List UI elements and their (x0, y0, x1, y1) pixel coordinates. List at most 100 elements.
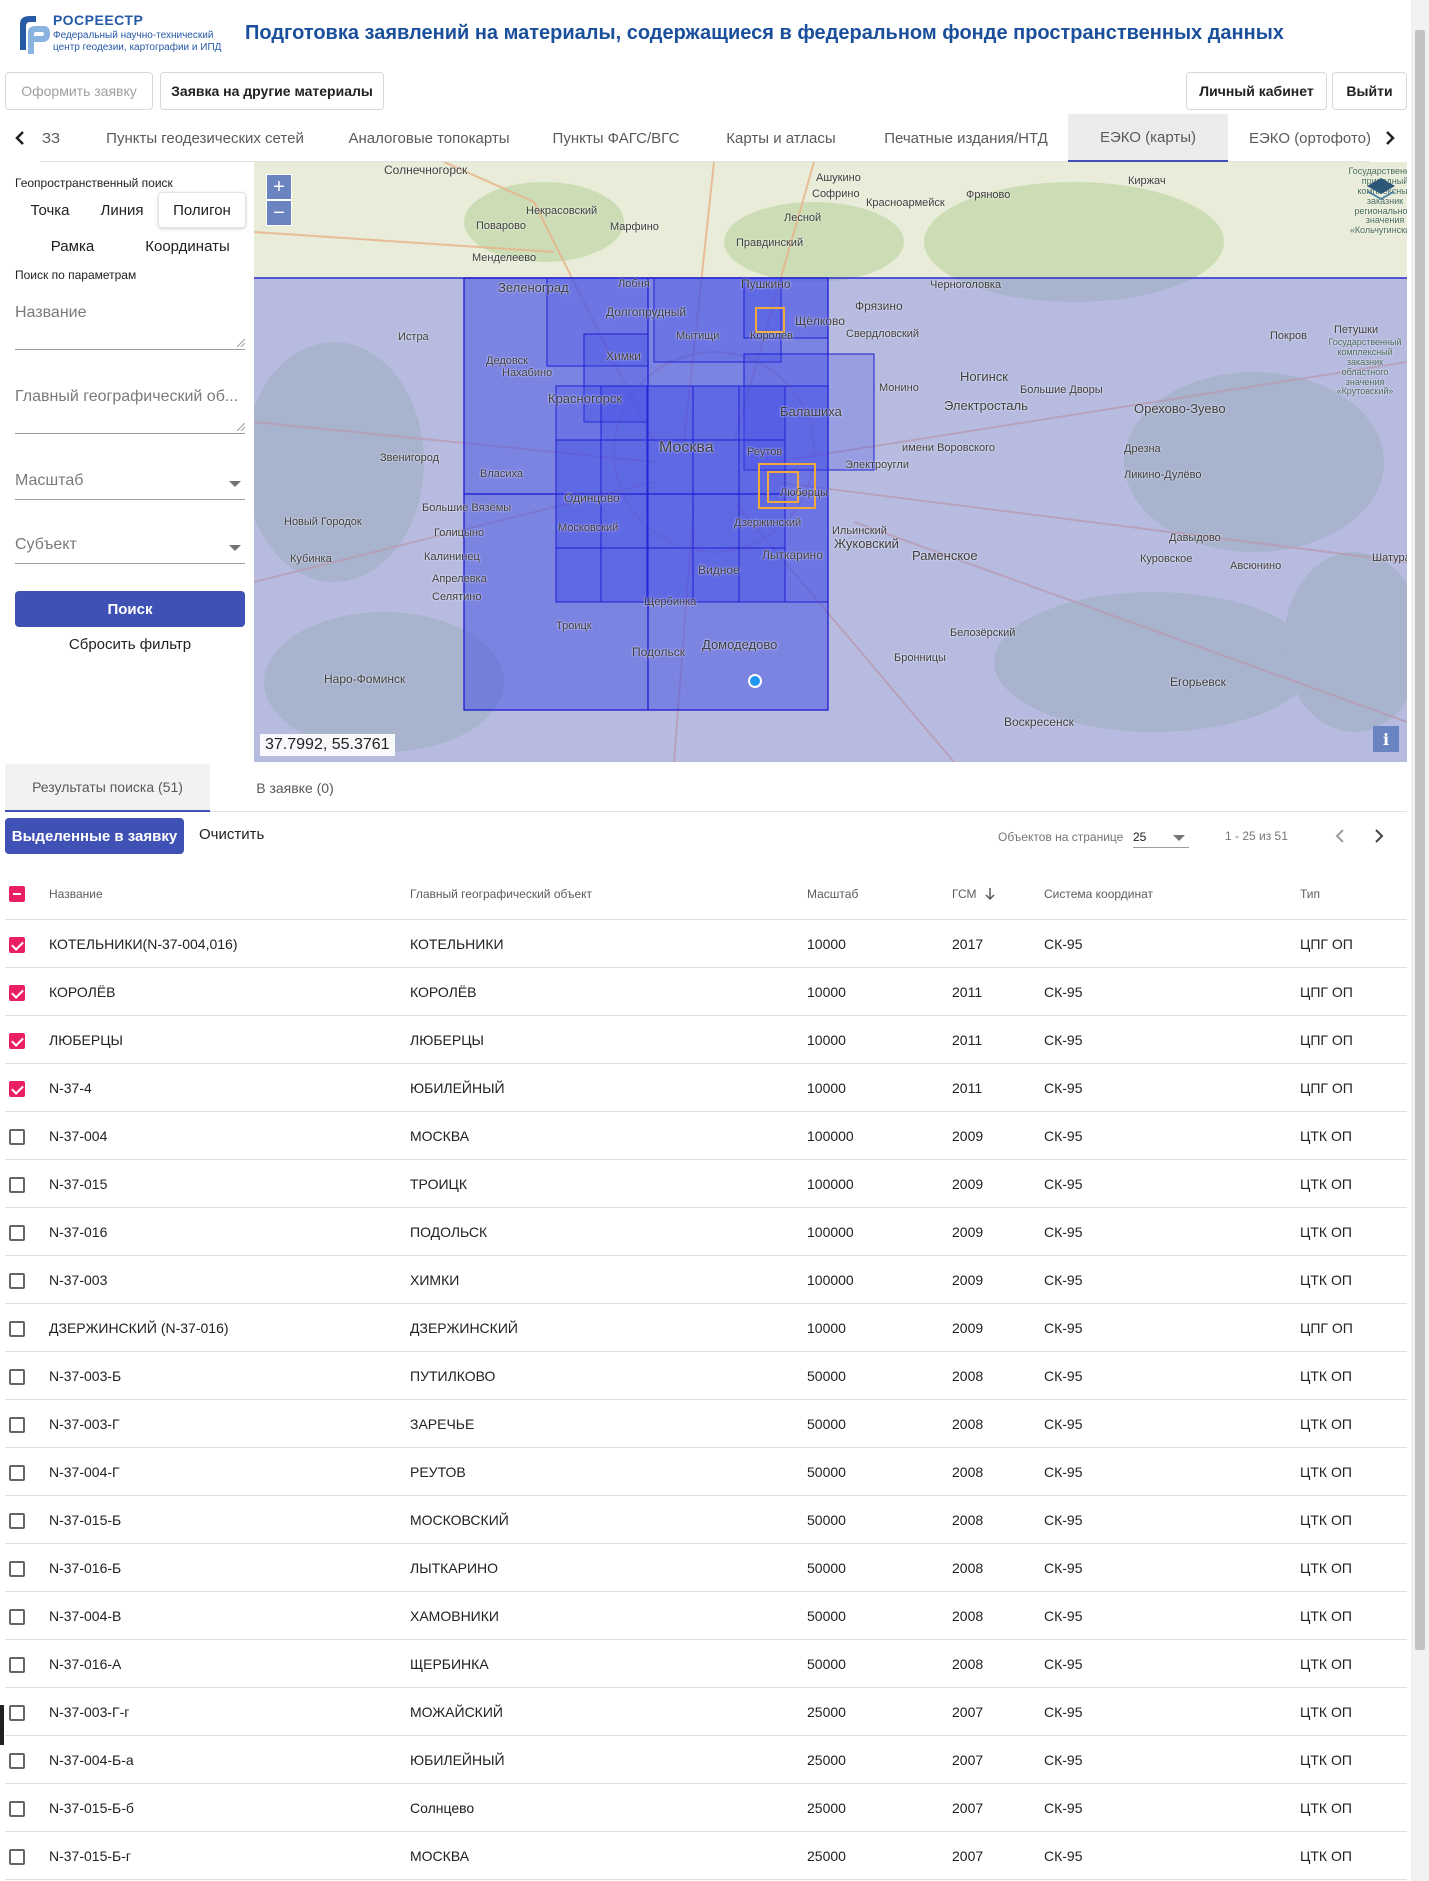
reset-filter-button[interactable]: Сбросить фильтр (15, 636, 245, 653)
row-checkbox[interactable] (9, 1513, 25, 1529)
table-row[interactable]: N-37-004-В ХАМОВНИКИ 50000 2008 СК-95 ЦТК ОП (5, 1592, 1407, 1640)
clear-selection-button[interactable]: Очистить (199, 826, 264, 843)
row-checkbox[interactable] (9, 1561, 25, 1577)
col-geo-object[interactable]: Главный географический объект (410, 868, 592, 920)
tab-geodetic-points[interactable]: Пункты геодезических сетей (90, 114, 320, 162)
prev-page-button[interactable] (1324, 820, 1356, 852)
row-checkbox[interactable] (9, 1033, 25, 1049)
table-row[interactable]: N-37-015-Б-г МОСКВА 25000 2007 СК-95 ЦТК ОП (5, 1832, 1407, 1880)
map-place-label: Давыдово (1169, 532, 1221, 544)
table-row[interactable]: N-37-4 ЮБИЛЕЙНЫЙ 10000 2011 СК-95 ЦПГ ОП (5, 1064, 1407, 1112)
cell-name: N-37-015-Б-б (49, 1800, 134, 1816)
table-row[interactable]: N-37-015-Б-б Солнцево 25000 2007 СК-95 ЦТК ОП (5, 1784, 1407, 1832)
table-row[interactable]: N-37-016-А ЩЕРБИНКА 50000 2008 СК-95 ЦТК ОП (5, 1640, 1407, 1688)
tab-analog-topomaps[interactable]: Аналоговые топокарты (336, 114, 522, 162)
cell-gsm: 2008 (952, 1464, 984, 1480)
row-checkbox[interactable] (9, 1081, 25, 1097)
per-page-select[interactable]: 25 (1133, 826, 1189, 848)
row-checkbox[interactable] (9, 1657, 25, 1673)
col-name[interactable]: Название (49, 868, 103, 920)
table-row[interactable]: N-37-016-Б ЛЫТКАРИНО 50000 2008 СК-95 ЦТК ОП (5, 1544, 1407, 1592)
search-button[interactable]: Поиск (15, 591, 245, 627)
tab-eeko-ortho[interactable]: ЕЭКО (ортофото) (1240, 114, 1380, 162)
tabs-next-button[interactable] (1370, 114, 1410, 162)
table-row[interactable]: N-37-015-Б МОСКОВСКИЙ 50000 2008 СК-95 ЦТК ОП (5, 1496, 1407, 1544)
map-view[interactable]: Солнечногорск Ашукино Софрино Фряново Киржач… (254, 162, 1407, 762)
tab-search-results[interactable]: Результаты поиска (51) (5, 764, 210, 812)
cell-type: ЦТК ОП (1300, 1608, 1352, 1624)
row-checkbox[interactable] (9, 1705, 25, 1721)
col-crs[interactable]: Система координат (1044, 868, 1153, 920)
info-button[interactable]: i (1373, 726, 1399, 752)
tab-fags-vgs[interactable]: Пункты ФАГС/ВГС (540, 114, 692, 162)
row-checkbox[interactable] (9, 937, 25, 953)
col-type[interactable]: Тип (1300, 868, 1320, 920)
tab-printed-ntd[interactable]: Печатные издания/НТД (868, 114, 1064, 162)
tab-eeko-maps[interactable]: ЕЭКО (карты) (1068, 114, 1228, 162)
mode-line[interactable]: Линия (87, 192, 157, 228)
table-row[interactable]: N-37-015 ТРОИЦК 100000 2009 СК-95 ЦТК ОП (5, 1160, 1407, 1208)
row-checkbox[interactable] (9, 1609, 25, 1625)
row-checkbox[interactable] (9, 1849, 25, 1865)
cell-name: N-37-4 (49, 1080, 92, 1096)
table-row[interactable]: ДЗЕРЖИНСКИЙ (N-37-016) ДЗЕРЖИНСКИЙ 10000 20… (5, 1304, 1407, 1352)
page-scrollbar[interactable] (1411, 0, 1429, 1881)
name-field[interactable]: Название (15, 304, 245, 350)
mode-polygon[interactable]: Полигон (158, 192, 246, 228)
table-row[interactable]: N-37-003 ХИМКИ 100000 2009 СК-95 ЦТК ОП (5, 1256, 1407, 1304)
table-row[interactable]: N-37-004-Г РЕУТОВ 50000 2008 СК-95 ЦТК ОП (5, 1448, 1407, 1496)
personal-cabinet-button[interactable]: Личный кабинет (1186, 72, 1327, 110)
zoom-in-button[interactable]: + (266, 174, 292, 200)
cell-crs: СК-95 (1044, 1032, 1083, 1048)
col-gsm[interactable]: ГСМ (952, 868, 995, 920)
next-page-button[interactable] (1363, 820, 1395, 852)
table-row[interactable]: КОТЕЛЬНИКИ(N-37-004,016) КОТЕЛЬНИКИ 10000 2… (5, 920, 1407, 968)
map-place-label: Белозёрский (950, 627, 1016, 639)
map-place-label: Петушки (1334, 324, 1379, 336)
mode-point[interactable]: Точка (15, 192, 85, 228)
table-row[interactable]: КОРОЛЁВ КОРОЛЁВ 10000 2011 СК-95 ЦПГ ОП (5, 968, 1407, 1016)
mode-frame[interactable]: Рамка (15, 228, 130, 264)
mode-coordinates[interactable]: Координаты (130, 228, 245, 264)
subject-select[interactable]: Субъект (15, 536, 245, 564)
cell-name: N-37-016-Б (49, 1560, 122, 1576)
tab-maps-atlases[interactable]: Карты и атласы (710, 114, 852, 162)
submit-request-button[interactable]: Оформить заявку (5, 72, 153, 110)
scrollbar-thumb[interactable] (1415, 30, 1425, 1650)
row-checkbox[interactable] (9, 1417, 25, 1433)
zoom-out-button[interactable]: − (266, 200, 292, 226)
select-all-checkbox[interactable] (9, 886, 25, 902)
row-checkbox[interactable] (9, 1801, 25, 1817)
tabs-prev-button[interactable] (0, 114, 40, 162)
row-checkbox[interactable] (9, 1465, 25, 1481)
row-checkbox[interactable] (9, 1273, 25, 1289)
table-row[interactable]: N-37-004 МОСКВА 100000 2009 СК-95 ЦТК ОП (5, 1112, 1407, 1160)
row-checkbox[interactable] (9, 1225, 25, 1241)
geo-object-field[interactable]: Главный географический об... (15, 388, 245, 434)
row-checkbox[interactable] (9, 1321, 25, 1337)
row-checkbox[interactable] (9, 1129, 25, 1145)
cell-type: ЦТК ОП (1300, 1176, 1352, 1192)
table-row[interactable]: N-37-003-Г ЗАРЕЧЬЕ 50000 2008 СК-95 ЦТК ОП (5, 1400, 1407, 1448)
add-selected-button[interactable]: Выделенные в заявку (5, 818, 184, 854)
other-materials-button[interactable]: Заявка на другие материалы (160, 72, 384, 110)
row-checkbox[interactable] (9, 985, 25, 1001)
tab-in-request[interactable]: В заявке (0) (220, 764, 370, 812)
tab-zz[interactable]: ЗЗ (36, 114, 66, 162)
logout-button[interactable]: Выйти (1332, 72, 1407, 110)
row-checkbox[interactable] (9, 1753, 25, 1769)
layers-icon[interactable] (1365, 174, 1397, 206)
map-place-label: Кубинка (290, 553, 332, 565)
table-row[interactable]: N-37-003-Б ПУТИЛКОВО 50000 2008 СК-95 ЦТК ОП (5, 1352, 1407, 1400)
table-row[interactable]: ЛЮБЕРЦЫ ЛЮБЕРЦЫ 10000 2011 СК-95 ЦПГ ОП (5, 1016, 1407, 1064)
col-scale[interactable]: Масштаб (807, 868, 858, 920)
table-row[interactable]: N-37-004-Б-а ЮБИЛЕЙНЫЙ 25000 2007 СК-95 ЦТК О… (5, 1736, 1407, 1784)
scale-select[interactable]: Масштаб (15, 472, 245, 500)
map-place-label: Жуковский (834, 536, 899, 551)
row-checkbox[interactable] (9, 1177, 25, 1193)
table-row[interactable]: N-37-016 ПОДОЛЬСК 100000 2009 СК-95 ЦТК ОП (5, 1208, 1407, 1256)
table-row[interactable]: N-37-003-Г-г МОЖАЙСКИЙ 25000 2007 СК-95 ЦТК О… (5, 1688, 1407, 1736)
map-place-label: Москва (659, 439, 714, 456)
row-checkbox[interactable] (9, 1369, 25, 1385)
cell-geo-object: ТРОИЦК (410, 1176, 468, 1192)
